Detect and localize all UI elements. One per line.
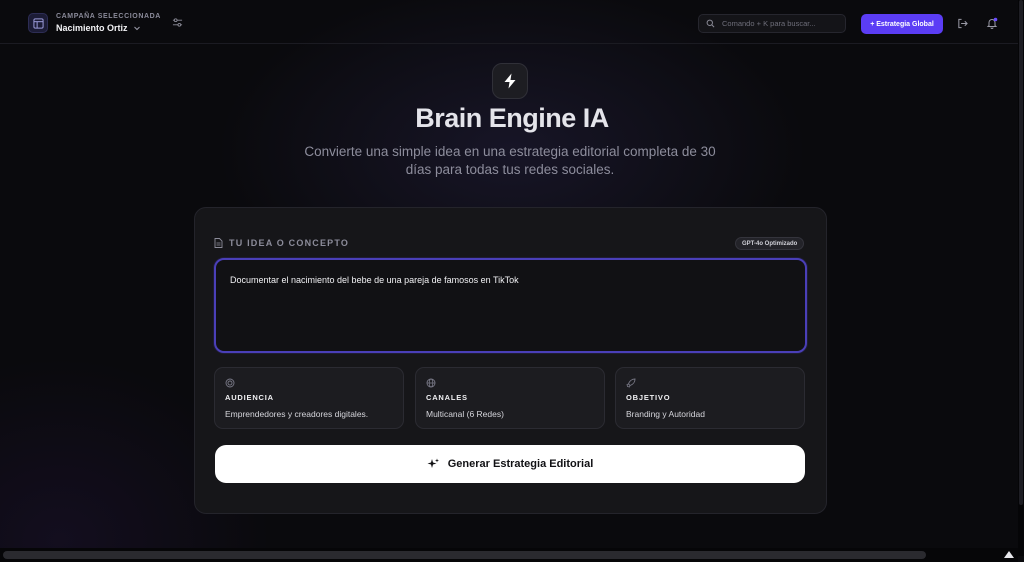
model-badge: GPT-4o Optimizado — [735, 237, 805, 250]
sliders-icon[interactable] — [172, 17, 183, 28]
horizontal-scrollbar[interactable] — [0, 548, 1018, 562]
idea-textarea[interactable]: Documentar el nacimiento del bebe de una… — [214, 258, 807, 353]
objective-card[interactable]: OBJETIVO Branding y Autoridad — [615, 367, 805, 429]
lightning-icon — [504, 73, 516, 89]
globe-icon — [426, 378, 436, 388]
horizontal-scrollbar-thumb[interactable] — [3, 551, 926, 559]
lightning-badge — [492, 63, 528, 99]
search-input[interactable] — [722, 19, 842, 28]
audience-value: Emprendedores y creadores digitales. — [225, 409, 369, 419]
page-title: Brain Engine IA — [415, 103, 609, 133]
campaign-label: CAMPAÑA SELECCIONADA — [56, 13, 161, 20]
chevron-down-icon — [133, 26, 140, 31]
audience-title: AUDIENCIA — [225, 393, 274, 402]
document-icon — [214, 238, 223, 248]
objective-value: Branding y Autoridad — [626, 409, 705, 419]
rocket-icon — [626, 378, 636, 388]
audience-card[interactable]: AUDIENCIA Emprendedores y creadores digi… — [214, 367, 404, 429]
idea-section-label: TU IDEA O CONCEPTO — [229, 238, 350, 248]
resize-corner-icon — [1004, 551, 1014, 558]
top-header: CAMPAÑA SELECCIONADA Nacimiento Ortiz + … — [0, 0, 1018, 44]
campaign-name: Nacimiento Ortiz — [56, 23, 128, 33]
campaign-selector[interactable]: Nacimiento Ortiz — [56, 23, 141, 33]
logout-icon[interactable] — [957, 18, 968, 29]
page-subtitle: Convierte una simple idea en una estrate… — [304, 144, 716, 177]
channels-value: Multicanal (6 Redes) — [426, 409, 504, 419]
new-global-strategy-button[interactable]: + Estrategia Global — [861, 14, 943, 34]
bell-icon[interactable] — [986, 17, 998, 29]
channels-card[interactable]: CANALES Multicanal (6 Redes) — [415, 367, 605, 429]
generate-strategy-button[interactable]: Generar Estrategia Editorial — [215, 445, 805, 483]
vertical-scrollbar[interactable] — [1018, 0, 1024, 556]
generate-strategy-label: Generar Estrategia Editorial — [447, 458, 594, 470]
idea-section-header: TU IDEA O CONCEPTO — [214, 238, 349, 248]
objective-title: OBJETIVO — [626, 393, 671, 402]
vertical-scrollbar-thumb[interactable] — [1019, 0, 1023, 505]
sparkles-icon — [427, 458, 439, 468]
search-box[interactable] — [698, 14, 846, 33]
target-icon — [225, 378, 235, 388]
layout-icon-svg — [32, 17, 44, 29]
layout-icon[interactable] — [28, 13, 48, 33]
search-icon — [706, 19, 715, 28]
channels-title: CANALES — [426, 393, 468, 402]
